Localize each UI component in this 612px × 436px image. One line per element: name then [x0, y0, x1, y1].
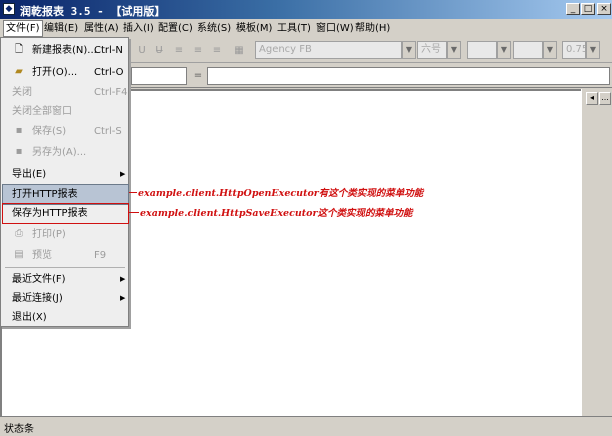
menu-config[interactable]: 配置(C): [156, 21, 195, 36]
font-name-select[interactable]: Agency FB: [255, 41, 402, 59]
status-text: 状态条: [4, 424, 34, 435]
menu-item-save[interactable]: ▪ 保存(S) Ctrl-S: [2, 122, 127, 141]
app-icon: ◆: [3, 3, 15, 15]
minimize-button[interactable]: _: [566, 3, 580, 15]
new-document-icon: 🗋: [14, 44, 24, 55]
formula-input[interactable]: [207, 67, 610, 85]
save-as-icon: ▪: [15, 146, 23, 157]
open-folder-icon: ▰: [15, 66, 23, 77]
fill-color-select[interactable]: [467, 41, 497, 59]
menu-template[interactable]: 模板(M): [234, 21, 274, 36]
strikethrough-icon[interactable]: U̶: [150, 42, 168, 59]
menu-system[interactable]: 系统(S): [195, 21, 233, 36]
preview-icon: ▤: [14, 249, 24, 260]
submenu-arrow-icon: ▶: [120, 275, 126, 283]
menu-properties[interactable]: 属性(A): [82, 21, 121, 36]
menu-window[interactable]: 窗口(W): [314, 21, 356, 36]
annotation-open-executor: example.client.HttpOpenExecutor有这个类实现的菜单…: [138, 188, 424, 199]
menu-insert[interactable]: 插入(I): [121, 21, 156, 36]
annotation-connector: [129, 192, 137, 193]
align-center-icon[interactable]: ≡: [189, 42, 207, 59]
menu-edit[interactable]: 编辑(E): [42, 21, 80, 36]
menu-item-new-report[interactable]: 🗋 新建报表(N)... Ctrl-N: [2, 41, 127, 60]
window-title: 润乾报表 3.5 - 【试用版】: [20, 5, 166, 18]
menu-bar: 文件(F) 编辑(E) 属性(A) 插入(I) 配置(C) 系统(S) 模板(M…: [0, 19, 612, 37]
scroll-left-button[interactable]: ◂: [586, 92, 598, 105]
menu-item-export[interactable]: 导出(E) ▶: [2, 165, 127, 184]
status-bar: 状态条: [0, 416, 612, 436]
menu-item-print[interactable]: ⎙ 打印(P): [2, 225, 127, 244]
menu-file[interactable]: 文件(F): [3, 20, 43, 37]
menu-item-save-as[interactable]: ▪ 另存为(A)...: [2, 143, 127, 162]
print-icon: ⎙: [15, 228, 23, 239]
submenu-arrow-icon: ▶: [120, 170, 126, 178]
close-button[interactable]: ×: [597, 3, 611, 15]
menu-item-recent-connections[interactable]: 最近连接(J) ▶: [2, 289, 127, 308]
chevron-down-icon[interactable]: ▼: [447, 41, 461, 59]
menu-tools[interactable]: 工具(T): [275, 21, 313, 36]
equals-button[interactable]: =: [189, 67, 207, 84]
menu-item-recent-files[interactable]: 最近文件(F) ▶: [2, 270, 127, 289]
border-style-select[interactable]: [513, 41, 543, 59]
annotation-save-executor: example.client.HttpSaveExecutor这个类实现的菜单功…: [140, 208, 413, 219]
align-left-icon[interactable]: ≡: [170, 42, 188, 59]
menu-item-open[interactable]: ▰ 打开(O)... Ctrl-O: [2, 63, 127, 82]
menu-item-preview[interactable]: ▤ 预览 F9: [2, 246, 127, 265]
chevron-down-icon[interactable]: ▼: [497, 41, 511, 59]
font-size-select[interactable]: 六号: [417, 41, 447, 59]
menu-item-save-http[interactable]: 保存为HTTP报表: [2, 203, 129, 224]
file-menu-dropdown: 🗋 新建报表(N)... Ctrl-N ▰ 打开(O)... Ctrl-O 关闭…: [0, 37, 129, 327]
menu-help[interactable]: 帮助(H): [353, 21, 392, 36]
title-bar[interactable]: ◆ 润乾报表 3.5 - 【试用版】 _ □ ×: [0, 0, 612, 19]
vertical-scrollbar[interactable]: ◂ ...: [581, 89, 612, 416]
submenu-arrow-icon: ▶: [120, 294, 126, 302]
menu-item-open-http[interactable]: 打开HTTP报表: [2, 184, 129, 205]
menu-separator: [5, 267, 125, 268]
annotation-connector: [129, 212, 139, 213]
menu-item-close[interactable]: 关闭 Ctrl-F4: [2, 83, 128, 102]
menu-item-close-all[interactable]: 关闭全部窗口: [2, 102, 127, 121]
line-width-select[interactable]: 0.75: [562, 41, 586, 59]
grid-icon[interactable]: ▦: [230, 42, 248, 59]
chevron-down-icon[interactable]: ▼: [402, 41, 416, 59]
cell-name-input[interactable]: [131, 67, 187, 85]
maximize-button[interactable]: □: [581, 3, 595, 15]
chevron-down-icon[interactable]: ▼: [586, 41, 600, 59]
menu-item-exit[interactable]: 退出(X): [2, 308, 127, 327]
more-button[interactable]: ...: [599, 92, 611, 105]
underline-icon[interactable]: U: [133, 42, 151, 59]
save-icon: ▪: [15, 125, 23, 136]
chevron-down-icon[interactable]: ▼: [543, 41, 557, 59]
align-right-icon[interactable]: ≡: [208, 42, 226, 59]
